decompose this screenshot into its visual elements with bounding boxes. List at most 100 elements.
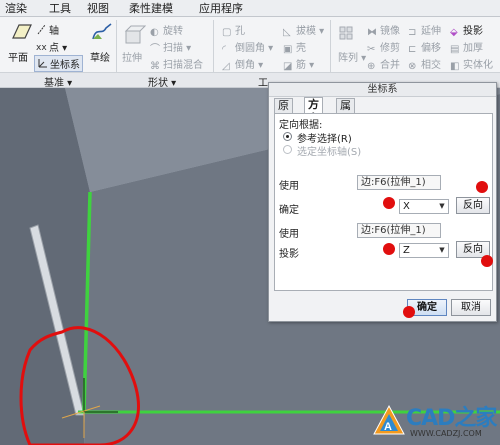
csys-icon (38, 59, 47, 68)
radio-ref-selection[interactable] (283, 132, 292, 141)
csys-label: 坐标系 (50, 60, 80, 71)
shell-button[interactable]: ▣ 壳 (283, 39, 306, 55)
merge-icon: ⊕ (367, 61, 376, 72)
marker-dot (383, 197, 395, 209)
draft-button[interactable]: ◺ 拔模 ▾ (283, 22, 324, 38)
project-label: 投影 (279, 249, 299, 260)
intersect-button[interactable]: ⊗ 相交 (408, 56, 441, 72)
tab-orientation[interactable]: 方向 (304, 97, 323, 125)
axis-combo-1[interactable]: X ▼ (399, 199, 449, 214)
pattern-button[interactable]: 阵列 ▾ (338, 49, 366, 64)
svg-text:A: A (384, 421, 392, 433)
chevron-down-icon: ▼ (439, 202, 445, 210)
hole-label: 孔 (235, 26, 245, 37)
offset-button[interactable]: ⊏ 偏移 (408, 39, 441, 55)
chamfer-label: 倒角 (235, 60, 255, 71)
group-label-shape[interactable]: 形状 ▾ (148, 74, 176, 89)
shell-icon: ▣ (283, 44, 293, 55)
axis-combo-1-value: X (403, 201, 410, 212)
trim-button[interactable]: ✂ 修剪 (367, 39, 400, 55)
ribbon-tabs: 渲染 工具 视图 柔性建模 应用程序 (0, 0, 500, 17)
project-label: 投影 (463, 26, 483, 37)
svg-text:xx: xx (36, 43, 47, 52)
project-button[interactable]: ⬙ 投影 (450, 22, 483, 38)
extend-button[interactable]: ⊐ 延伸 (408, 22, 441, 38)
trim-label: 修剪 (380, 43, 400, 54)
tab-properties[interactable]: 属性 (336, 98, 355, 126)
csys-button[interactable]: 坐标系 (34, 55, 83, 72)
tab-render[interactable]: 渲染 (2, 1, 30, 17)
solidify-label: 实体化 (463, 60, 493, 71)
draft-icon: ◺ (283, 27, 291, 38)
sweep-icon: ⌒ (150, 44, 160, 55)
tab-flexible-modeling[interactable]: 柔性建模 (126, 1, 176, 17)
marker-dot (476, 181, 488, 193)
sweep-label: 扫描 (163, 43, 183, 54)
thicken-button[interactable]: ▤ 加厚 (450, 39, 483, 55)
pattern-icon (339, 26, 353, 40)
watermark-text: CAD之家 (406, 406, 497, 431)
merge-button[interactable]: ⊕ 合并 (367, 56, 400, 72)
ribbon: 渲染 工具 视图 柔性建模 应用程序 平面 轴 xx 点 ▾ 坐标系 草绘 拉伸 … (0, 0, 500, 89)
watermark-url: WWW.CADZJ.COM (410, 429, 482, 438)
marker-dot (481, 255, 493, 267)
tab-tools[interactable]: 工具 (46, 1, 74, 17)
solidify-button[interactable]: ◧ 实体化 (450, 56, 493, 72)
sweep-button[interactable]: ⌒ 扫描 ▾ (150, 39, 191, 55)
trim-icon: ✂ (367, 44, 376, 55)
marker-dot (403, 306, 415, 318)
revolve-icon: ◐ (150, 27, 159, 38)
sketch-button[interactable]: 草绘 (90, 49, 110, 64)
extrude-button[interactable]: 拉伸 (122, 49, 142, 64)
dialog-title: 坐标系 (269, 83, 496, 97)
determine-label: 确定 (279, 205, 299, 216)
plane-button[interactable]: 平面 (8, 49, 28, 64)
extrude-icon (124, 25, 146, 44)
hole-button[interactable]: ▢ 孔 (222, 22, 245, 38)
tab-origin[interactable]: 原点 (274, 98, 293, 126)
solidify-icon: ◧ (450, 61, 460, 72)
group-label-datum[interactable]: 基准 ▾ (44, 74, 72, 89)
point-label: 点 (49, 43, 59, 54)
cancel-button[interactable]: 取消 (451, 299, 491, 316)
swept-blend-button[interactable]: ⌘ 扫描混合 (150, 56, 203, 72)
hole-icon: ▢ (222, 27, 232, 38)
rib-label: 筋 (296, 60, 306, 71)
intersect-label: 相交 (421, 60, 441, 71)
round-icon: ◜ (222, 44, 226, 55)
rib-icon: ◪ (283, 61, 293, 72)
use-label-1: 使用 (279, 181, 299, 192)
chamfer-icon: ◿ (222, 61, 230, 72)
tab-view[interactable]: 视图 (84, 1, 112, 17)
plane-icon (12, 24, 32, 39)
reference-field-2[interactable]: 边:F6(拉伸_1) (357, 223, 441, 238)
project-icon: ⬙ (450, 27, 458, 38)
offset-label: 偏移 (421, 43, 441, 54)
intersect-icon: ⊗ (408, 61, 417, 72)
axis-label: 轴 (49, 26, 59, 37)
axis-icon (37, 24, 46, 35)
point-button[interactable]: xx 点 ▾ (36, 39, 67, 54)
offset-icon: ⊏ (408, 44, 417, 55)
mirror-icon: ⧓ (367, 27, 377, 38)
pattern-label: 阵列 (338, 53, 358, 64)
thicken-icon: ▤ (450, 44, 460, 55)
tab-applications[interactable]: 应用程序 (196, 1, 246, 17)
shell-label: 壳 (296, 43, 306, 54)
axis-button[interactable]: 轴 (36, 22, 59, 37)
mirror-button[interactable]: ⧓ 镜像 (367, 22, 400, 38)
rib-button[interactable]: ◪ 筋 ▾ (283, 56, 314, 72)
flip-button-1[interactable]: 反向 (456, 197, 490, 214)
reference-field-1[interactable]: 边:F6(拉伸_1) (357, 175, 441, 190)
axis-combo-2[interactable]: Z ▼ (399, 243, 449, 258)
radio-select-csys-axes-label[interactable]: 选定坐标轴(S) (297, 143, 361, 158)
chamfer-button[interactable]: ◿ 倒角 ▾ (222, 56, 263, 72)
orient-by-label: 定向根据: (279, 120, 323, 131)
revolve-button[interactable]: ◐ 旋转 (150, 22, 183, 38)
axis-combo-2-value: Z (403, 245, 410, 256)
group-label-engineering[interactable]: 工 (258, 74, 268, 89)
radio-select-csys-axes[interactable] (283, 145, 292, 154)
thicken-label: 加厚 (463, 43, 483, 54)
swept-blend-label: 扫描混合 (163, 60, 203, 71)
round-button[interactable]: ◜ 倒圆角 ▾ (222, 39, 273, 55)
